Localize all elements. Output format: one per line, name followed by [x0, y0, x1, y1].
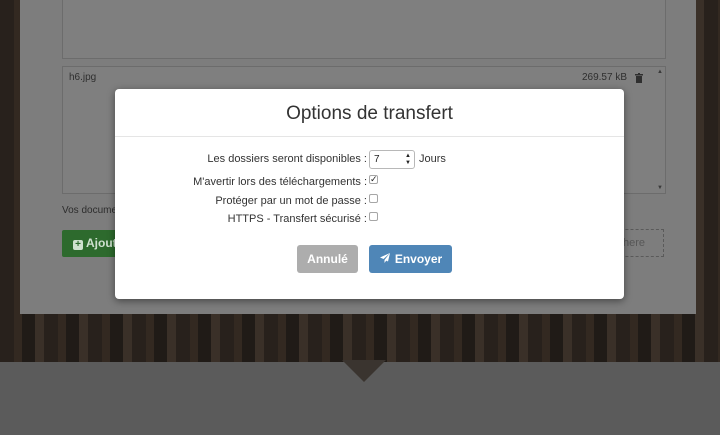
days-stepper[interactable]: 7 ▲ ▼	[369, 150, 415, 169]
password-label: Protéger par un mot de passe :	[215, 195, 367, 207]
password-row: Protéger par un mot de passe :	[115, 192, 624, 210]
https-row: HTTPS - Transfert sécurisé :	[115, 210, 624, 228]
modal-header: Options de transfert	[115, 89, 624, 137]
send-label: Envoyer	[394, 252, 443, 266]
https-checkbox[interactable]	[369, 212, 378, 221]
availability-label: Les dossiers seront disponibles :	[207, 153, 367, 165]
https-label: HTTPS - Transfert sécurisé :	[227, 213, 367, 225]
paper-plane-icon	[379, 253, 390, 263]
days-unit: Jours	[419, 153, 446, 165]
stepper-down-icon[interactable]: ▼	[405, 160, 411, 166]
password-checkbox[interactable]	[369, 194, 378, 203]
stepper-up-icon[interactable]: ▲	[405, 153, 411, 159]
send-button[interactable]: Envoyer	[369, 245, 452, 273]
modal-title: Options de transfert	[286, 103, 453, 124]
days-value: 7	[374, 154, 380, 165]
cancel-button[interactable]: Annulé	[297, 245, 358, 273]
transfer-options-modal: Options de transfert Les dossiers seront…	[115, 89, 624, 299]
notify-row: M'avertir lors des téléchargements : ✓	[115, 173, 624, 191]
notify-label: M'avertir lors des téléchargements :	[193, 176, 367, 188]
notify-checkbox[interactable]: ✓	[369, 175, 378, 184]
availability-row: Les dossiers seront disponibles : 7 ▲ ▼ …	[115, 150, 624, 169]
